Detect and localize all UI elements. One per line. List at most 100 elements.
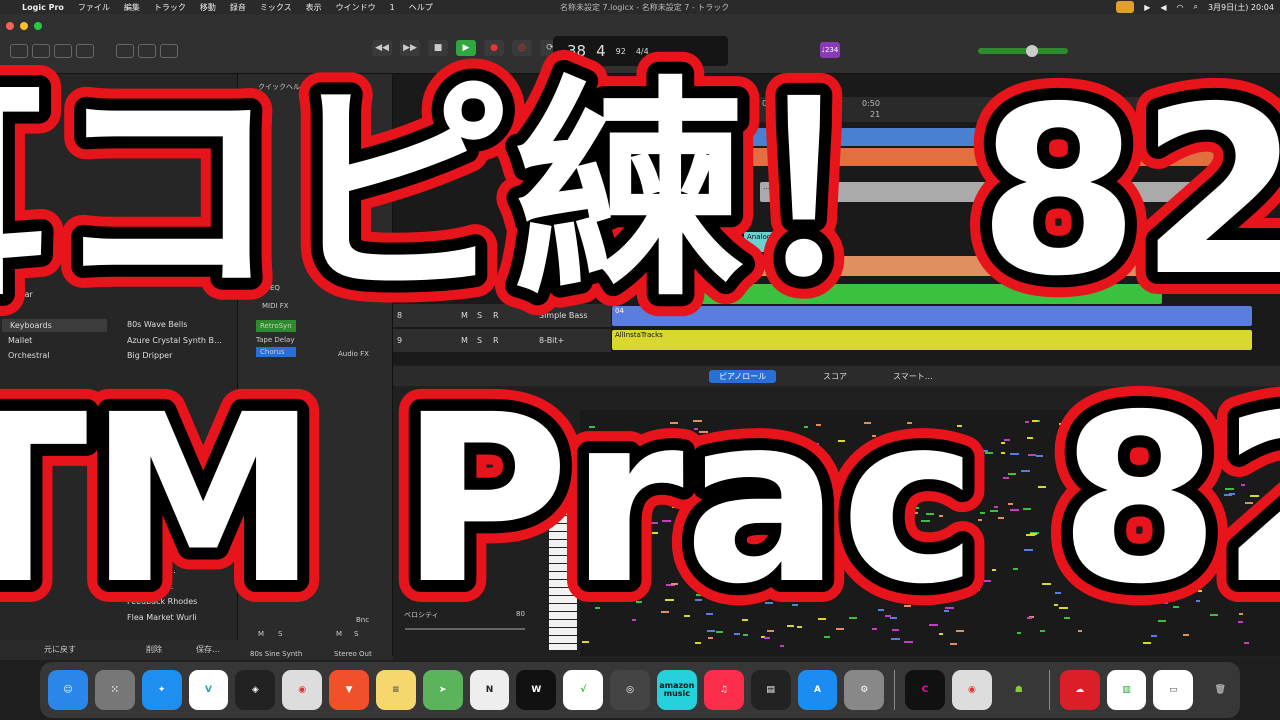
audio-fx-slot[interactable]: Audio FX [338, 350, 369, 358]
midi-note[interactable] [1032, 420, 1038, 422]
midi-note[interactable] [615, 503, 621, 505]
midi-note[interactable] [680, 457, 685, 459]
midi-note[interactable] [747, 514, 752, 516]
midi-note[interactable] [972, 463, 980, 465]
midi-note[interactable] [670, 422, 678, 424]
midi-fx-slot[interactable]: MIDI FX [262, 302, 289, 310]
midi-note[interactable] [956, 536, 964, 538]
menu-1[interactable]: 1 [390, 3, 395, 12]
midi-note[interactable] [894, 455, 900, 457]
midi-note[interactable] [767, 499, 772, 501]
midi-note[interactable] [1247, 524, 1251, 526]
midi-note[interactable] [1205, 559, 1213, 561]
midi-note[interactable] [819, 499, 823, 501]
vectorworks-icon[interactable]: V [188, 670, 229, 710]
midi-note[interactable] [593, 496, 597, 498]
waves-icon[interactable]: W [516, 670, 557, 710]
midi-note[interactable] [1021, 470, 1030, 472]
piano-keyboard[interactable] [549, 500, 577, 650]
midi-note[interactable] [759, 473, 767, 475]
midi-note[interactable] [614, 499, 620, 501]
numbers-icon[interactable]: ▥ [1106, 670, 1147, 710]
midi-note[interactable] [913, 546, 917, 548]
midi-note[interactable] [1054, 604, 1058, 606]
midi-note[interactable] [662, 520, 671, 522]
region-electric-piano[interactable]: …tric Piano [760, 182, 1252, 202]
system-settings-icon[interactable]: ⚙ [844, 670, 885, 710]
track-mute[interactable]: M [461, 336, 468, 345]
midi-note[interactable] [1102, 569, 1108, 571]
midi-note[interactable] [974, 449, 980, 451]
midi-note[interactable] [928, 479, 937, 481]
midi-note[interactable] [596, 454, 604, 456]
midi-note[interactable] [656, 494, 660, 496]
midi-note[interactable] [1064, 518, 1069, 520]
category-keyboards[interactable]: Keyboards [2, 319, 107, 332]
patch-fairytales[interactable]: Fairytales… [127, 582, 173, 591]
track-mute[interactable]: M [461, 311, 468, 320]
midi-note[interactable] [838, 440, 845, 442]
midi-note[interactable] [1117, 450, 1121, 452]
microphone-icon[interactable] [1116, 1, 1135, 13]
plugin-retrosyn[interactable]: RetroSyn [256, 320, 296, 332]
midi-note[interactable] [1183, 634, 1189, 636]
midi-note[interactable] [1075, 489, 1081, 491]
midi-note[interactable] [805, 463, 809, 465]
midi-note[interactable] [787, 625, 794, 627]
midi-note[interactable] [1238, 559, 1244, 561]
category-guitar[interactable]: Guitar [8, 290, 33, 299]
patch-flea-market-wurli[interactable]: Flea Market Wurli [127, 613, 197, 622]
patch-feedback-rhodes[interactable]: Feedback Rhodes [127, 597, 197, 606]
count-in-badge[interactable]: ♩234 [820, 42, 840, 58]
zoom-icon[interactable] [34, 22, 42, 30]
timeline-ruler[interactable]: 0:30 0:50 13 21 [612, 97, 1280, 122]
pencil-icon[interactable] [160, 44, 178, 58]
menu-view[interactable]: 表示 [306, 2, 322, 13]
android-icon[interactable]: ☗ [999, 670, 1039, 710]
midi-note[interactable] [878, 505, 885, 507]
midi-note[interactable] [950, 643, 957, 645]
midi-note[interactable] [1185, 571, 1191, 573]
midi-note[interactable] [661, 611, 669, 613]
midi-note[interactable] [1024, 549, 1033, 551]
midi-note[interactable] [892, 471, 897, 473]
midi-note[interactable] [881, 534, 885, 536]
save-button[interactable]: 保存… [196, 644, 220, 655]
midi-note[interactable] [599, 547, 607, 549]
midi-note[interactable] [1246, 537, 1252, 539]
midi-note[interactable] [1133, 558, 1140, 560]
midi-note[interactable] [752, 527, 756, 529]
midi-note[interactable] [1027, 617, 1032, 619]
midi-note[interactable] [862, 584, 868, 586]
midi-note[interactable] [1169, 513, 1175, 515]
midi-note[interactable] [1028, 454, 1036, 456]
midi-note[interactable] [1158, 620, 1166, 622]
region-bass[interactable]: 04 [612, 306, 1252, 326]
midi-note[interactable] [1245, 421, 1249, 423]
midi-note[interactable] [1086, 459, 1094, 461]
midi-note[interactable] [1226, 590, 1230, 592]
midi-note[interactable] [696, 594, 704, 596]
midi-note[interactable] [1250, 495, 1259, 497]
midi-note[interactable] [734, 633, 740, 635]
channel-solo-button[interactable]: S [278, 630, 282, 638]
midi-note[interactable] [672, 470, 678, 472]
midi-note[interactable] [1076, 444, 1084, 446]
midi-note[interactable] [814, 579, 821, 581]
midi-note[interactable] [915, 431, 920, 433]
midi-note[interactable] [874, 571, 883, 573]
tab-smart-tempo[interactable]: スマート… [883, 370, 943, 383]
midi-note[interactable] [636, 601, 642, 603]
midi-note[interactable] [695, 642, 701, 644]
midi-note[interactable] [904, 641, 913, 643]
midi-note[interactable] [1147, 575, 1154, 577]
midi-note[interactable] [1121, 576, 1125, 578]
midi-note[interactable] [1010, 509, 1019, 511]
midi-note[interactable] [595, 607, 600, 609]
brightness-icon[interactable] [116, 44, 134, 58]
midi-note[interactable] [695, 599, 702, 601]
midi-note[interactable] [850, 481, 857, 483]
midi-note[interactable] [589, 475, 593, 477]
slider-knob[interactable] [1026, 45, 1038, 57]
record-icon[interactable]: ● [484, 40, 504, 56]
